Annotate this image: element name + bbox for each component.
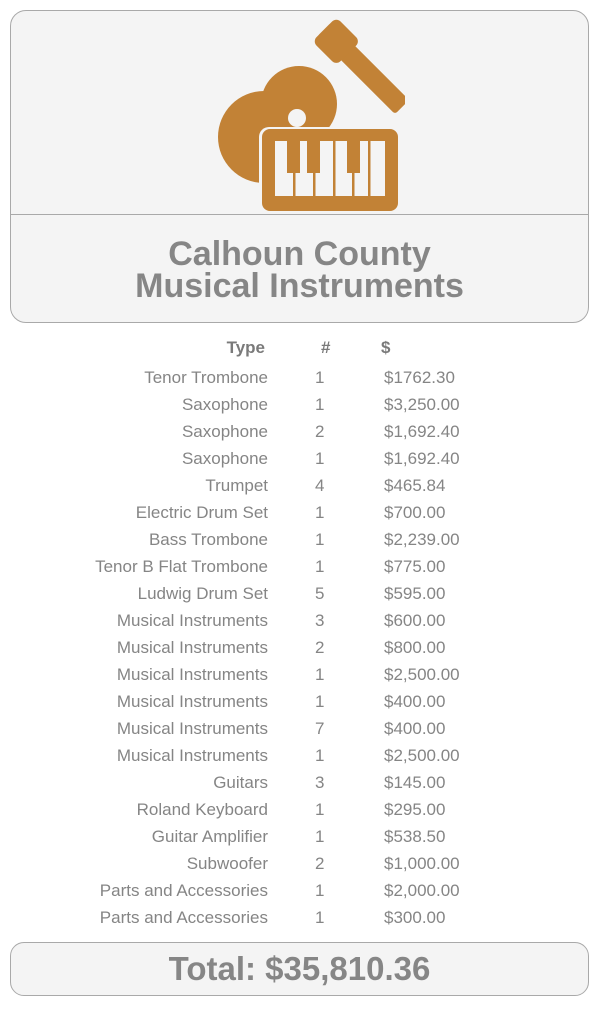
table-row: Parts and Accessories 1 $300.00 <box>0 908 601 935</box>
row-amount: $775.00 <box>384 557 446 576</box>
table-row: Guitar Amplifier 1 $538.50 <box>0 827 601 854</box>
row-qty: 1 <box>315 368 325 387</box>
row-type: Tenor Trombone <box>144 368 268 387</box>
row-type: Musical Instruments <box>116 638 268 657</box>
table-row: Musical Instruments 1 $400.00 <box>0 692 601 719</box>
row-amount: $3,250.00 <box>384 395 460 414</box>
row-amount: $538.50 <box>384 827 446 846</box>
page-title-line-1: Calhoun County <box>168 235 431 273</box>
row-amount: $1762.30 <box>384 368 455 387</box>
row-amount: $300.00 <box>384 908 446 927</box>
table-row: Musical Instruments 2 $800.00 <box>0 638 601 665</box>
row-type: Musical Instruments <box>116 665 268 684</box>
table-row: Tenor Trombone 1 $1762.30 <box>0 368 601 395</box>
row-qty: 1 <box>315 665 325 684</box>
table-row: Ludwig Drum Set 5 $595.00 <box>0 584 601 611</box>
row-type: Electric Drum Set <box>135 503 268 522</box>
row-type: Subwoofer <box>186 854 268 873</box>
row-type: Bass Trombone <box>148 530 268 549</box>
total-card: Total: $35,810.36 <box>10 942 589 996</box>
table-row: Parts and Accessories 1 $2,000.00 <box>0 881 601 908</box>
row-type: Musical Instruments <box>116 692 268 711</box>
row-amount: $400.00 <box>384 719 446 738</box>
table-row: Subwoofer 2 $1,000.00 <box>0 854 601 881</box>
row-amount: $700.00 <box>384 503 446 522</box>
row-qty: 1 <box>315 530 325 549</box>
table-row: Musical Instruments 3 $600.00 <box>0 611 601 638</box>
column-header-qty: # <box>321 338 331 357</box>
row-qty: 1 <box>315 746 325 765</box>
table-row: Musical Instruments 1 $2,500.00 <box>0 746 601 773</box>
row-qty: 1 <box>315 395 325 414</box>
table-header: Type # $ <box>0 338 601 365</box>
row-amount: $1,000.00 <box>384 854 460 873</box>
row-qty: 1 <box>315 692 325 711</box>
table-row: Saxophone 1 $3,250.00 <box>0 395 601 422</box>
row-qty: 5 <box>315 584 325 603</box>
page-title-line-2: Musical Instruments <box>135 267 464 305</box>
row-qty: 3 <box>315 773 325 792</box>
row-type: Parts and Accessories <box>99 908 268 927</box>
row-amount: $2,239.00 <box>384 530 460 549</box>
row-qty: 1 <box>315 881 325 900</box>
table-row: Roland Keyboard 1 $295.00 <box>0 800 601 827</box>
table-row: Guitars 3 $145.00 <box>0 773 601 800</box>
row-amount: $465.84 <box>384 476 446 495</box>
row-qty: 7 <box>315 719 325 738</box>
column-header-type: Type <box>226 338 265 357</box>
row-type: Musical Instruments <box>116 746 268 765</box>
row-amount: $595.00 <box>384 584 446 603</box>
row-type: Tenor B Flat Trombone <box>95 557 268 576</box>
table-row: Saxophone 1 $1,692.40 <box>0 449 601 476</box>
table-row: Electric Drum Set 1 $700.00 <box>0 503 601 530</box>
row-type: Musical Instruments <box>116 611 268 630</box>
table-row: Bass Trombone 1 $2,239.00 <box>0 530 601 557</box>
row-qty: 2 <box>315 638 325 657</box>
row-type: Roland Keyboard <box>136 800 268 819</box>
row-qty: 1 <box>315 800 325 819</box>
row-type: Guitars <box>213 773 268 792</box>
row-type: Saxophone <box>181 449 268 468</box>
row-qty: 1 <box>315 449 325 468</box>
table-row: Musical Instruments 1 $2,500.00 <box>0 665 601 692</box>
row-qty: 2 <box>315 854 325 873</box>
row-amount: $800.00 <box>384 638 446 657</box>
table-row: Tenor B Flat Trombone 1 $775.00 <box>0 557 601 584</box>
row-amount: $400.00 <box>384 692 446 711</box>
row-type: Saxophone <box>181 422 268 441</box>
table-row: Musical Instruments 7 $400.00 <box>0 719 601 746</box>
row-amount: $1,692.40 <box>384 422 460 441</box>
title-area: Calhoun County Musical Instruments <box>11 215 588 322</box>
row-type: Saxophone <box>181 395 268 414</box>
column-header-amount: $ <box>381 338 391 357</box>
table-row: Saxophone 2 $1,692.40 <box>0 422 601 449</box>
row-qty: 4 <box>315 476 325 495</box>
icon-area <box>11 11 588 215</box>
row-qty: 1 <box>315 827 325 846</box>
guitar-keyboard-icon <box>218 19 405 213</box>
table-row: Trumpet 4 $465.84 <box>0 476 601 503</box>
row-type: Ludwig Drum Set <box>137 584 268 603</box>
row-type: Parts and Accessories <box>99 881 268 900</box>
header-card: Calhoun County Musical Instruments <box>10 10 589 323</box>
row-qty: 3 <box>315 611 325 630</box>
total-label: Total: $35,810.36 <box>168 950 431 987</box>
row-qty: 1 <box>315 557 325 576</box>
row-amount: $295.00 <box>384 800 446 819</box>
row-amount: $2,500.00 <box>384 665 460 684</box>
row-amount: $145.00 <box>384 773 446 792</box>
row-amount: $1,692.40 <box>384 449 460 468</box>
row-type: Guitar Amplifier <box>151 827 268 846</box>
row-amount: $600.00 <box>384 611 446 630</box>
row-qty: 1 <box>315 908 325 927</box>
row-qty: 1 <box>315 503 325 522</box>
row-type: Trumpet <box>205 476 268 495</box>
row-amount: $2,500.00 <box>384 746 460 765</box>
row-amount: $2,000.00 <box>384 881 460 900</box>
row-qty: 2 <box>315 422 325 441</box>
row-type: Musical Instruments <box>116 719 268 738</box>
